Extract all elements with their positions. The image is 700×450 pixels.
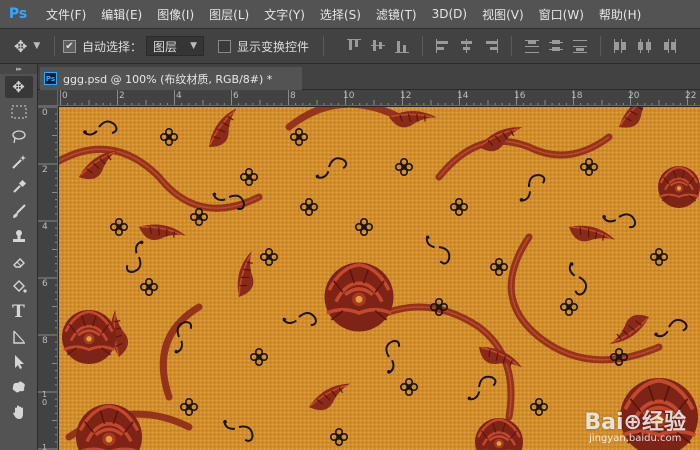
ruler-label: 14 (457, 91, 469, 101)
align-bottom-icon[interactable] (393, 38, 411, 54)
chevron-down-icon: ▼ (33, 41, 41, 51)
divider (422, 36, 424, 56)
brocade-fabric-image (59, 107, 700, 450)
distribute-hcenter-icon[interactable] (636, 38, 654, 54)
auto-select-target-dropdown[interactable]: 图层 ▼ (146, 36, 205, 56)
auto-select-label: 自动选择： (82, 39, 143, 54)
distribute-vcenter-icon[interactable] (547, 38, 565, 54)
menu-filter[interactable]: 滤镜(T) (376, 6, 417, 23)
marquee-tool-icon[interactable] (5, 101, 33, 123)
align-vcenter-icon[interactable] (369, 38, 387, 54)
tool-preset-picker[interactable]: ✥ ▼ (14, 34, 46, 58)
pen-tool-icon[interactable] (5, 326, 33, 348)
distribute-right-icon[interactable] (660, 38, 678, 54)
ruler-label: 0 (42, 108, 48, 118)
divider (54, 36, 55, 56)
ps-document-icon: Ps (44, 72, 57, 85)
ruler-label: 8 (290, 91, 296, 101)
move-tool-icon[interactable]: ✥ (4, 76, 33, 98)
ruler-label: 6 (233, 91, 239, 101)
align-buttons (342, 36, 681, 56)
ruler-label: 12 (400, 91, 412, 101)
document-tab[interactable]: Ps ggg.psd @ 100% (布纹材质, RGB/8#) * (40, 67, 302, 90)
menu-3d[interactable]: 3D(D) (432, 7, 467, 21)
show-transform-label: 显示变换控件 (237, 39, 310, 54)
document-tab-bar: Ps ggg.psd @ 100% (布纹材质, RGB/8#) * (38, 64, 700, 90)
distribute-left-icon[interactable] (612, 38, 630, 54)
menu-bar: Ps 文件(F) 编辑(E) 图像(I) 图层(L) 文字(Y) 选择(S) 滤… (0, 0, 700, 28)
menu-window[interactable]: 窗口(W) (539, 6, 584, 23)
ruler-label: 18 (571, 91, 583, 101)
paint-bucket-icon[interactable] (5, 276, 33, 298)
ruler-label: 10 (343, 91, 355, 101)
eraser-tool-icon[interactable] (5, 251, 33, 273)
divider (511, 36, 513, 56)
menu-file[interactable]: 文件(F) (46, 6, 86, 23)
divider (323, 36, 325, 56)
stamp-tool-icon[interactable] (5, 226, 33, 248)
watermark-url: jingyan.baidu.com (589, 433, 682, 444)
check-icon: ✔ (65, 40, 74, 52)
photoshop-logo: Ps (8, 6, 28, 22)
ruler-label: 4 (42, 222, 48, 232)
menu-image[interactable]: 图像(I) (157, 6, 194, 23)
menu-type[interactable]: 文字(Y) (264, 6, 305, 23)
ruler-label: 6 (42, 279, 48, 289)
show-transform-checkbox[interactable] (218, 39, 232, 53)
eyedropper-icon[interactable] (5, 176, 33, 198)
ruler-label: 4 (176, 91, 182, 101)
ruler-label: 16 (514, 91, 526, 101)
menu-view[interactable]: 视图(V) (482, 6, 524, 23)
document-title: ggg.psd @ 100% (布纹材质, RGB/8#) * (63, 72, 273, 86)
ruler-label: 8 (42, 336, 48, 346)
align-right-icon[interactable] (482, 38, 500, 54)
tools-panel: ▸▸ ✥ T (0, 64, 38, 450)
align-left-icon[interactable] (434, 38, 452, 54)
distribute-bottom-icon[interactable] (571, 38, 589, 54)
ruler-label: 0 (62, 91, 68, 101)
menu-select[interactable]: 选择(S) (320, 6, 361, 23)
ruler-label: 20 (628, 91, 640, 101)
shape-tool-icon[interactable] (5, 376, 33, 398)
options-bar: ✥ ▼ ✔ 自动选择： 图层 ▼ 显示变换控件 (0, 28, 700, 64)
align-top-icon[interactable] (345, 38, 363, 54)
ruler-label: 2 (42, 165, 48, 175)
distribute-top-icon[interactable] (523, 38, 541, 54)
menu-edit[interactable]: 编辑(E) (101, 6, 142, 23)
lasso-tool-icon[interactable] (5, 126, 33, 148)
ruler-label: 1 0 (42, 390, 48, 407)
auto-select-target-value: 图层 (153, 39, 178, 54)
ruler-label: 1 2 (42, 443, 48, 450)
chevron-down-icon: ▼ (190, 41, 198, 51)
document-canvas[interactable]: Bai⊕经验 jingyan.baidu.com (59, 107, 700, 450)
path-select-icon[interactable] (5, 351, 33, 373)
divider (600, 36, 602, 56)
align-hcenter-icon[interactable] (458, 38, 476, 54)
menu-help[interactable]: 帮助(H) (599, 6, 641, 23)
brush-tool-icon[interactable] (5, 201, 33, 223)
watermark-logo: Bai⊕经验 (584, 410, 686, 435)
ruler-label: 2 (119, 91, 125, 101)
horizontal-ruler[interactable]: 0 2 4 6 8 10 12 14 16 18 20 22 (58, 90, 700, 106)
vertical-ruler[interactable]: 0 2 4 6 8 1 0 1 2 (38, 106, 58, 450)
move-icon: ✥ (14, 36, 28, 56)
auto-select-checkbox[interactable]: ✔ (63, 39, 76, 53)
panel-collapse-handle[interactable]: ▸▸ (0, 64, 37, 74)
ruler-origin[interactable] (38, 90, 58, 106)
ruler-label: 22 (685, 91, 697, 101)
type-tool-icon[interactable]: T (5, 301, 33, 323)
menu-layer[interactable]: 图层(L) (209, 6, 249, 23)
hand-tool-icon[interactable] (5, 401, 33, 423)
baidu-jingyan-watermark: Bai⊕经验 jingyan.baidu.com (584, 404, 686, 444)
magic-wand-icon[interactable] (5, 151, 33, 173)
